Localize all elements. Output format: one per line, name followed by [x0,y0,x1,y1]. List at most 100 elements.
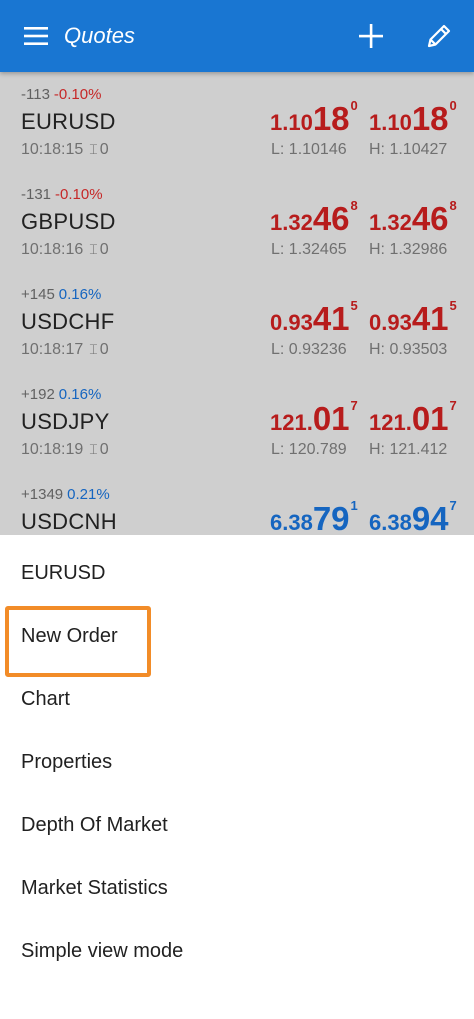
low-price: L: 120.789 [271,441,347,458]
menu-item-label: Chart [21,688,70,710]
change-label: -113 -0.10% [21,86,101,103]
high-price: H: 1.32986 [369,241,448,258]
ask-price: 0.93415 [369,298,457,338]
quote-row-eurusd[interactable]: -113 -0.10% EURUSD 10:18:15 ⌶ 0 1.10180 1.1… [0,72,474,172]
spread-value: 0 [99,141,109,158]
change-percent: 0.16% [58,386,102,403]
price-sup: 7 [350,398,358,413]
add-icon[interactable] [353,18,389,54]
price-big: 41 [312,300,350,337]
low-price: L: 0.93236 [271,341,347,358]
price-big: 46 [411,200,449,237]
price-big: 01 [411,400,449,437]
price-sup: 1 [350,498,358,513]
bid-price: 121.017 [270,398,358,438]
menu-icon[interactable] [14,22,54,50]
price-base: 0.93 [369,310,412,335]
price-base: 0.93 [270,310,313,335]
menu-item-label: Depth Of Market [21,814,168,836]
change-points: -131 [21,186,52,203]
spread-value: 0 [99,341,109,358]
price-base: 1.32 [369,210,412,235]
price-sup: 7 [449,498,457,513]
menu-item-simple-view-mode[interactable]: Simple view mode [0,921,474,981]
bid-price: 0.93415 [270,298,358,338]
price-base: 1.32 [270,210,313,235]
quote-time: 10:18:17 ⌶ 0 [21,341,109,359]
price-big: 94 [411,500,449,535]
change-points: +145 [21,286,55,303]
symbol-name: GBPUSD [21,209,116,234]
price-base: 6.38 [369,510,412,535]
change-label: -131 -0.10% [21,186,103,203]
change-percent: 0.16% [58,286,102,303]
spread-icon: ⌶ [89,241,98,257]
menu-item-chart[interactable]: Chart [0,669,474,729]
change-points: -113 [21,86,50,103]
price-base: 121. [270,410,313,435]
quote-row-usdjpy[interactable]: +192 0.16% USDJPY 10:18:19 ⌶ 0 121.017 121.… [0,372,474,472]
time-value: 10:18:17 [21,341,84,358]
high-price: H: 121.412 [369,441,448,458]
quote-time: 10:18:19 ⌶ 0 [21,441,109,459]
price-base: 121. [369,410,412,435]
price-base: 1.10 [270,110,313,135]
menu-item-label: Market Statistics [21,877,168,899]
menu-item-market-statistics[interactable]: Market Statistics [0,858,474,918]
low-price: L: 1.10146 [271,141,347,158]
menu-item-new-order[interactable]: New Order [0,606,474,666]
price-big: 79 [312,500,350,535]
high-price: H: 0.93503 [369,341,448,358]
menu-item-label: Simple view mode [21,940,184,962]
quote-row-gbpusd[interactable]: -131 -0.10% GBPUSD 10:18:16 ⌶ 0 1.32468 1.3… [0,172,474,272]
quote-time: 10:18:16 ⌶ 0 [21,241,109,259]
spread-icon: ⌶ [89,141,98,157]
menu-item-properties[interactable]: Properties [0,732,474,792]
change-percent: -0.10% [53,86,102,103]
spread-icon: ⌶ [89,441,98,457]
ask-price: 6.38947 [369,498,457,535]
change-points: +1349 [21,486,64,503]
price-sup: 7 [449,398,457,413]
bid-price: 1.32468 [270,198,358,238]
price-big: 18 [312,100,350,137]
quote-row-usdcnh[interactable]: +1349 0.21% USDCNH 6.38791 6.38947 [0,472,474,535]
context-menu-sheet: EURUSD New Order Chart Properties Depth … [0,535,474,1019]
ask-price: 1.10180 [369,98,457,138]
price-big: 18 [411,100,449,137]
quote-time: 10:18:15 ⌶ 0 [21,141,109,159]
change-percent: 0.21% [67,486,110,503]
app-bar: Quotes [0,0,474,72]
spread-value: 0 [99,241,109,258]
change-label: +1349 0.21% [21,486,110,503]
menu-item-label: New Order [21,625,118,647]
menu-item-depth-of-market[interactable]: Depth Of Market [0,795,474,855]
price-sup: 0 [449,98,457,113]
symbol-name: EURUSD [21,109,116,134]
change-percent: -0.10% [55,186,103,203]
price-big: 41 [411,300,449,337]
low-price: L: 1.32465 [271,241,347,258]
bid-price: 6.38791 [270,498,358,535]
menu-header-symbol: EURUSD [0,543,474,603]
ask-price: 1.32468 [369,198,457,238]
ask-price: 121.017 [369,398,457,438]
spread-icon: ⌶ [89,341,98,357]
price-sup: 8 [449,198,457,213]
price-sup: 0 [350,98,358,113]
price-sup: 5 [449,298,457,313]
time-value: 10:18:19 [21,441,84,458]
edit-icon[interactable] [421,18,457,54]
price-base: 1.10 [369,110,412,135]
price-base: 6.38 [270,510,313,535]
high-price: H: 1.10427 [369,141,448,158]
page-title: Quotes [64,23,135,48]
time-value: 10:18:15 [21,141,84,158]
symbol-name: USDJPY [21,409,110,434]
spread-value: 0 [99,441,109,458]
change-label: +145 0.16% [21,286,101,303]
menu-item-label: EURUSD [21,562,106,584]
menu-item-label: Properties [21,751,113,773]
quotes-list: -113 -0.10% EURUSD 10:18:15 ⌶ 0 1.10180 1.1… [0,72,474,535]
quote-row-usdchf[interactable]: +145 0.16% USDCHF 10:18:17 ⌶ 0 0.93415 0.93… [0,272,474,372]
